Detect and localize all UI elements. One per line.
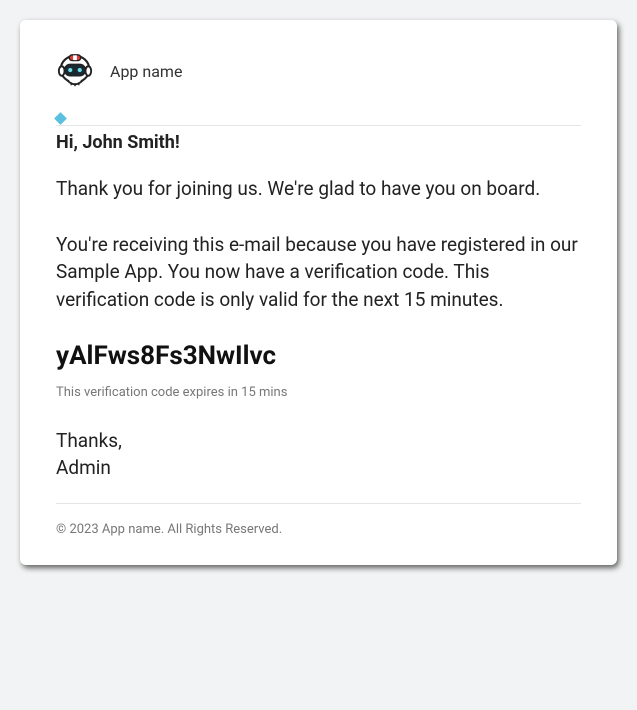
diamond-icon bbox=[54, 112, 67, 125]
signoff-name: Admin bbox=[56, 455, 581, 482]
email-card: App name Hi, John Smith! Thank you for j… bbox=[20, 20, 617, 565]
greeting-text: Hi, John Smith! bbox=[56, 132, 581, 153]
verification-paragraph: You're receiving this e-mail because you… bbox=[56, 231, 581, 314]
signoff-thanks: Thanks, bbox=[56, 428, 581, 455]
intro-paragraph: Thank you for joining us. We're glad to … bbox=[56, 175, 581, 203]
signoff: Thanks, Admin bbox=[56, 428, 581, 481]
footer-text: © 2023 App name. All Rights Reserved. bbox=[56, 522, 581, 537]
app-name: App name bbox=[110, 62, 182, 81]
app-logo-icon bbox=[56, 52, 94, 90]
divider-top bbox=[56, 125, 581, 126]
email-header: App name bbox=[56, 52, 581, 90]
divider-bottom bbox=[56, 503, 581, 504]
expiry-note: This verification code expires in 15 min… bbox=[56, 385, 581, 400]
verification-code: yAlFws8Fs3NwIlvc bbox=[56, 341, 581, 371]
